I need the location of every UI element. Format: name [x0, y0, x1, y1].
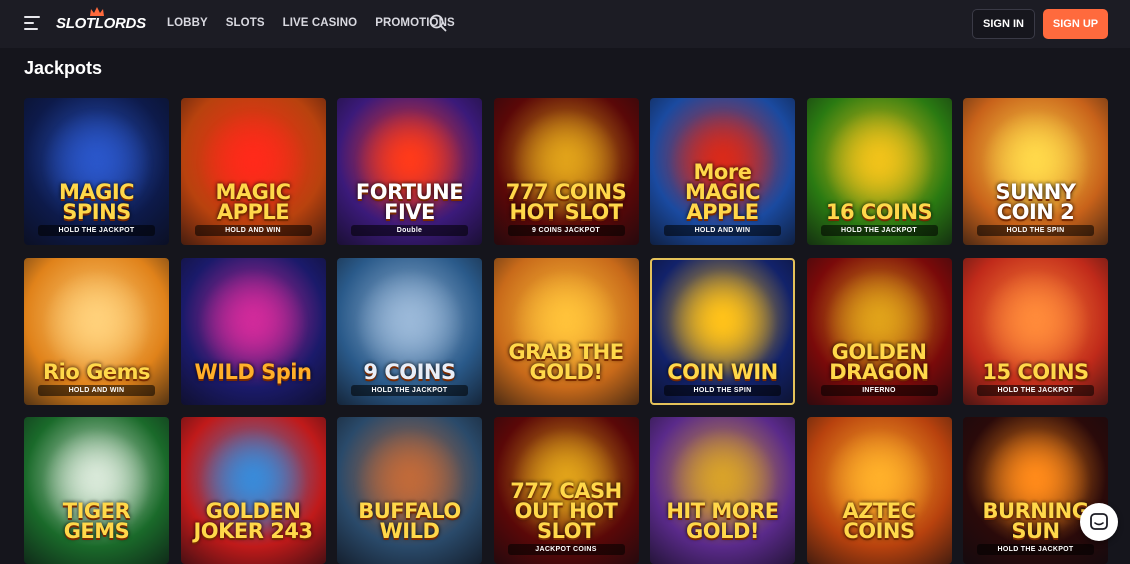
- game-tile[interactable]: 15 COINS HOLD THE JACKPOT: [963, 257, 1108, 405]
- search-icon[interactable]: [429, 14, 447, 32]
- game-subtitle: Double: [351, 225, 468, 236]
- game-subtitle: HOLD AND WIN: [38, 384, 155, 396]
- game-tile[interactable]: 777 CASH OUT HOT SLOT JACKPOT COINS: [493, 417, 639, 564]
- game-tile[interactable]: HIT MORE GOLD!: [650, 417, 795, 564]
- game-tile[interactable]: TIGER GEMS: [24, 417, 169, 564]
- game-subtitle: HOLD AND WIN: [194, 225, 312, 236]
- game-tile[interactable]: FORTUNE FIVE Double: [337, 98, 482, 245]
- game-subtitle: HOLD THE SPIN: [977, 225, 1094, 236]
- game-subtitle: HOLD THE JACKPOT: [38, 225, 155, 236]
- sign-up-button[interactable]: SIGN UP: [1043, 9, 1108, 39]
- game-subtitle: HOLD THE JACKPOT: [820, 225, 938, 236]
- game-tile[interactable]: MAGIC SPINS HOLD THE JACKPOT: [24, 98, 169, 245]
- live-chat-button[interactable]: [1080, 503, 1118, 541]
- game-title: BUFFALO WILD: [358, 499, 461, 544]
- game-title: 16 COINS: [825, 200, 933, 225]
- game-tile[interactable]: GRAB THE GOLD!: [493, 257, 639, 405]
- game-tile[interactable]: SUNNY COIN 2 HOLD THE SPIN: [963, 98, 1108, 245]
- crown-icon: [90, 7, 104, 16]
- game-title: MAGIC APPLE: [215, 180, 291, 225]
- game-tile[interactable]: GOLDEN DRAGON INFERNO: [806, 257, 952, 405]
- game-title: AZTEC COINS: [842, 499, 916, 544]
- game-tile[interactable]: WILD Spin: [180, 257, 326, 405]
- game-title: FORTUNE FIVE: [355, 180, 464, 225]
- game-subtitle: HOLD THE JACKPOT: [977, 384, 1094, 396]
- game-tile[interactable]: 9 COINS HOLD THE JACKPOT: [337, 257, 482, 405]
- game-tile[interactable]: AZTEC COINS: [806, 417, 952, 564]
- game-title: 15 COINS: [982, 359, 1089, 384]
- game-title: SUNNY COIN 2: [995, 180, 1076, 225]
- game-title: Rio Gems: [43, 359, 150, 384]
- game-title: GOLDEN DRAGON: [829, 339, 929, 384]
- game-tile[interactable]: BURNING SUN HOLD THE JACKPOT: [963, 417, 1108, 564]
- game-title: 777 CASH OUT HOT SLOT: [510, 479, 622, 544]
- game-title: More MAGIC APPLE: [684, 160, 761, 225]
- game-subtitle: HOLD THE SPIN: [664, 384, 781, 396]
- game-tile[interactable]: MAGIC APPLE HOLD AND WIN: [180, 98, 326, 245]
- game-tile[interactable]: 16 COINS HOLD THE JACKPOT: [806, 98, 952, 245]
- hamburger-menu-icon[interactable]: [24, 16, 40, 30]
- game-title: MAGIC SPINS: [58, 180, 135, 225]
- game-title: HIT MORE GOLD!: [666, 499, 779, 544]
- game-tile[interactable]: COIN WIN HOLD THE SPIN: [650, 257, 795, 405]
- game-subtitle: INFERNO: [820, 384, 938, 396]
- sign-in-button[interactable]: SIGN IN: [972, 9, 1035, 39]
- top-navigation-bar: SLOTLORDS LOBBY SLOTS LIVE CASINO PROMOT…: [0, 0, 1130, 48]
- nav-item-live-casino[interactable]: LIVE CASINO: [283, 17, 358, 29]
- game-title: TIGER GEMS: [62, 499, 131, 544]
- game-tile[interactable]: 777 COINS HOT SLOT 9 COINS JACKPOT: [493, 98, 639, 245]
- nav-item-lobby[interactable]: LOBBY: [167, 17, 208, 29]
- game-tile[interactable]: Rio Gems HOLD AND WIN: [24, 257, 169, 405]
- logo-text: SLOTLORDS: [56, 15, 146, 32]
- game-title: 777 COINS HOT SLOT: [505, 180, 627, 225]
- game-tile[interactable]: GOLDEN JOKER 243: [180, 417, 326, 564]
- chat-bubble-icon: [1090, 513, 1108, 530]
- game-title: COIN WIN: [667, 359, 778, 384]
- game-subtitle: HOLD AND WIN: [664, 225, 781, 236]
- game-title: GRAB THE GOLD!: [508, 339, 624, 384]
- game-title: GOLDEN JOKER 243: [193, 499, 313, 544]
- game-subtitle: HOLD THE JACKPOT: [351, 384, 468, 396]
- slotlords-logo[interactable]: SLOTLORDS: [56, 7, 146, 32]
- jackpot-games-grid: MAGIC SPINS HOLD THE JACKPOT MAGIC APPLE HO…: [24, 98, 1108, 564]
- game-title: 9 COINS: [363, 359, 456, 384]
- game-title: WILD Spin: [194, 359, 312, 384]
- nav-item-slots[interactable]: SLOTS: [226, 17, 265, 29]
- game-tile[interactable]: BUFFALO WILD: [337, 417, 482, 564]
- game-tile[interactable]: More MAGIC APPLE HOLD AND WIN: [650, 98, 795, 245]
- game-subtitle: 9 COINS JACKPOT: [507, 225, 625, 236]
- section-title: Jackpots: [24, 58, 103, 78]
- main-nav: LOBBY SLOTS LIVE CASINO PROMOTIONS: [167, 17, 473, 29]
